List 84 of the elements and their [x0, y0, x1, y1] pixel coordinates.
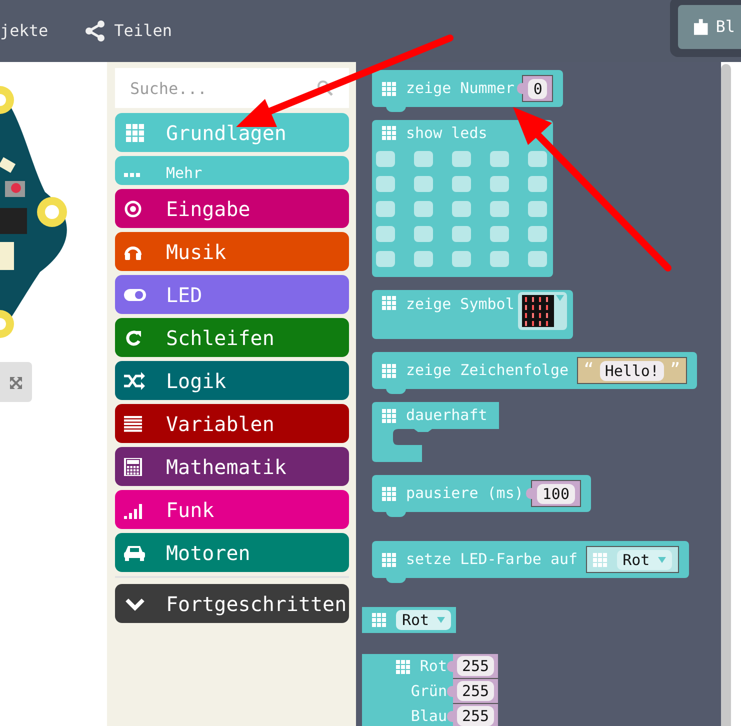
fullscreen-button[interactable]	[0, 362, 32, 402]
text-field[interactable]: Hello!	[600, 360, 664, 380]
number-field[interactable]: 255	[457, 681, 494, 701]
led-toggle[interactable]	[414, 201, 433, 217]
shuffle-icon	[124, 372, 146, 390]
puzzle-icon	[694, 19, 708, 35]
share-icon	[84, 20, 106, 42]
category-button[interactable]: Eingabe	[115, 189, 349, 228]
grid-icon	[382, 552, 396, 566]
category-button[interactable]: Motoren	[115, 533, 349, 572]
led-toggle[interactable]	[490, 251, 509, 267]
block-label: show leds	[406, 122, 488, 144]
led-toggle[interactable]	[376, 226, 395, 242]
caret-icon	[658, 556, 666, 562]
category-button[interactable]: LED	[115, 275, 349, 314]
block-label: zeige Symbol	[406, 294, 514, 315]
category-button[interactable]: Logik	[115, 361, 349, 400]
led-toggle[interactable]	[414, 251, 433, 267]
scrollbar[interactable]	[721, 64, 731, 726]
block-label: Blau	[410, 706, 447, 726]
number-field[interactable]: 255	[457, 656, 494, 676]
code-block[interactable]: Rot	[362, 607, 456, 633]
fullscreen-icon	[9, 376, 23, 390]
symbol-dropdown[interactable]	[518, 292, 568, 330]
dots-icon	[124, 173, 140, 177]
car-icon	[124, 544, 146, 562]
share-link[interactable]: Teilen	[84, 19, 172, 43]
block-label: zeige Zeichenfolge	[406, 360, 569, 382]
grid-icon	[396, 660, 410, 674]
blocks-tab[interactable]: Bl	[678, 5, 741, 49]
grid-icon	[382, 126, 396, 140]
led-toggle[interactable]	[528, 176, 547, 192]
caret-icon	[556, 295, 564, 301]
led-toggle[interactable]	[452, 226, 471, 242]
grid-icon	[124, 124, 146, 142]
led-toggle[interactable]	[376, 201, 395, 217]
number-field[interactable]: 255	[457, 706, 494, 726]
category-button[interactable]: Musik	[115, 232, 349, 271]
number-field[interactable]: 0	[528, 78, 548, 98]
grid-icon	[382, 364, 396, 378]
led-toggle[interactable]	[490, 151, 509, 167]
grid-icon	[382, 296, 396, 310]
led-toggle[interactable]	[452, 251, 471, 267]
led-toggle[interactable]	[414, 176, 433, 192]
led-toggle[interactable]	[490, 201, 509, 217]
block-label: zeige Nummer	[406, 78, 514, 100]
block-label: dauerhaft	[406, 405, 488, 426]
caret-icon	[437, 617, 446, 623]
grid-icon	[372, 613, 386, 627]
quote-mark: ”	[670, 358, 680, 382]
category-button[interactable]: Mathematik	[115, 447, 349, 486]
led-toggle[interactable]	[452, 201, 471, 217]
block-label: pausiere (ms)	[406, 483, 524, 504]
projects-link[interactable]: jekte	[0, 19, 48, 43]
block-label: Rot	[420, 656, 447, 678]
category-button[interactable]: Fortgeschritten	[115, 584, 349, 623]
led-toggle[interactable]	[452, 151, 471, 167]
number-field[interactable]: 100	[537, 484, 574, 504]
led-toggle[interactable]	[376, 176, 395, 192]
led-toggle[interactable]	[490, 226, 509, 242]
category-button[interactable]: Funk	[115, 490, 349, 529]
led-toggle[interactable]	[528, 151, 547, 167]
led-toggle[interactable]	[528, 251, 547, 267]
grid-icon	[592, 552, 607, 566]
led-toggle[interactable]	[376, 251, 395, 267]
led-pattern-drawing	[522, 295, 554, 327]
grid-icon	[382, 486, 396, 500]
block-label: setze LED-Farbe auf	[406, 549, 578, 570]
quote-mark: “	[584, 358, 594, 382]
color-dropdown[interactable]: Rot	[616, 550, 672, 570]
color-dropdown[interactable]: Rot	[396, 610, 452, 630]
led-toggle[interactable]	[490, 176, 509, 192]
grid-icon	[382, 82, 396, 96]
led-toggle[interactable]	[528, 226, 547, 242]
category-button[interactable]: Schleifen	[115, 318, 349, 357]
led-toggle[interactable]	[452, 176, 471, 192]
block-label: Grün	[410, 681, 447, 702]
led-toggle[interactable]	[414, 151, 433, 167]
led-toggle[interactable]	[414, 226, 433, 242]
led-toggle[interactable]	[376, 151, 395, 167]
search-icon	[317, 80, 333, 96]
category-button[interactable]: Variablen	[115, 404, 349, 443]
grid-icon	[382, 408, 396, 422]
led-toggle[interactable]	[528, 201, 547, 217]
